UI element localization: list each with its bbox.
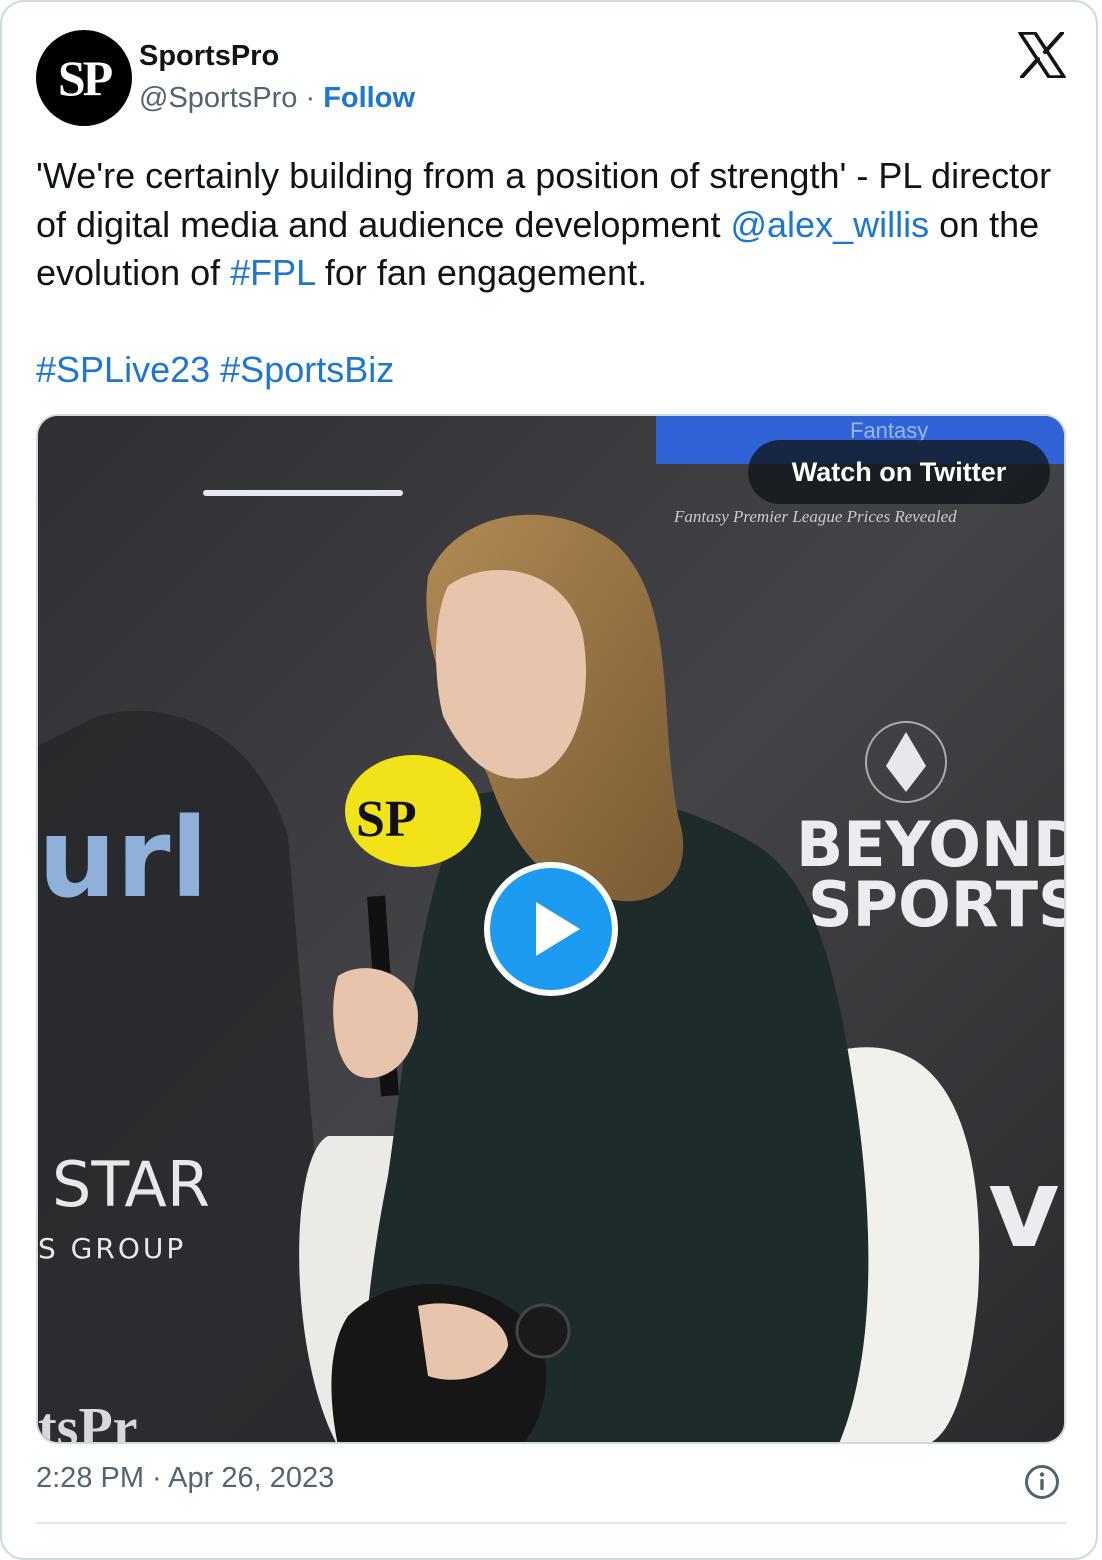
avatar[interactable]: SP <box>36 30 132 126</box>
mention-link[interactable]: @alex_willis <box>730 204 929 245</box>
play-icon <box>536 902 580 956</box>
watch-on-twitter-button[interactable]: Watch on Twitter <box>748 440 1050 504</box>
x-logo-icon[interactable] <box>1018 32 1066 78</box>
backdrop-text-url: url <box>38 794 208 922</box>
backdrop-text-sports: SPORTS <box>808 868 1066 941</box>
backdrop-text-star: STAR <box>52 1148 210 1221</box>
hashtag-fpl-link[interactable]: #FPL <box>230 252 315 293</box>
info-icon[interactable] <box>1024 1464 1060 1500</box>
author-name[interactable]: SportsPro <box>139 40 279 73</box>
hashtag-splive-link[interactable]: #SPLive23 <box>36 349 210 390</box>
author-handle[interactable]: @SportsPro <box>139 82 297 114</box>
author-handle-line: @SportsPro · Follow <box>139 82 415 115</box>
tweet-text-part3: for fan engagement. <box>314 252 648 293</box>
tweet-text: 'We're certainly building from a positio… <box>36 152 1056 394</box>
hashtag-line: #SPLive23 #SportsBiz <box>36 346 1056 395</box>
backdrop-text-sportspro: tsPr <box>38 1397 138 1444</box>
footer-divider <box>36 1522 1066 1524</box>
tweet-timestamp[interactable]: 2:28 PM · Apr 26, 2023 <box>36 1462 334 1495</box>
hashtag-sportsbiz-link[interactable]: #SportsBiz <box>220 349 394 390</box>
backdrop-text-vu: vu <box>988 1144 1066 1272</box>
follow-button[interactable]: Follow <box>323 82 415 114</box>
handle-separator: · <box>305 82 316 114</box>
tweet-body: 'We're certainly building from a positio… <box>36 152 1056 298</box>
backdrop-text-group: S GROUP <box>38 1232 186 1265</box>
video-player[interactable]: Fantasy Fantasy Premier League Prices Re… <box>36 414 1066 1444</box>
play-button[interactable] <box>484 862 618 996</box>
backdrop-caption: Fantasy Premier League Prices Revealed <box>673 507 957 526</box>
tweet-card: SP SportsPro @SportsPro · Follow 'We're … <box>0 0 1098 1560</box>
mic-label: SP <box>356 791 417 848</box>
